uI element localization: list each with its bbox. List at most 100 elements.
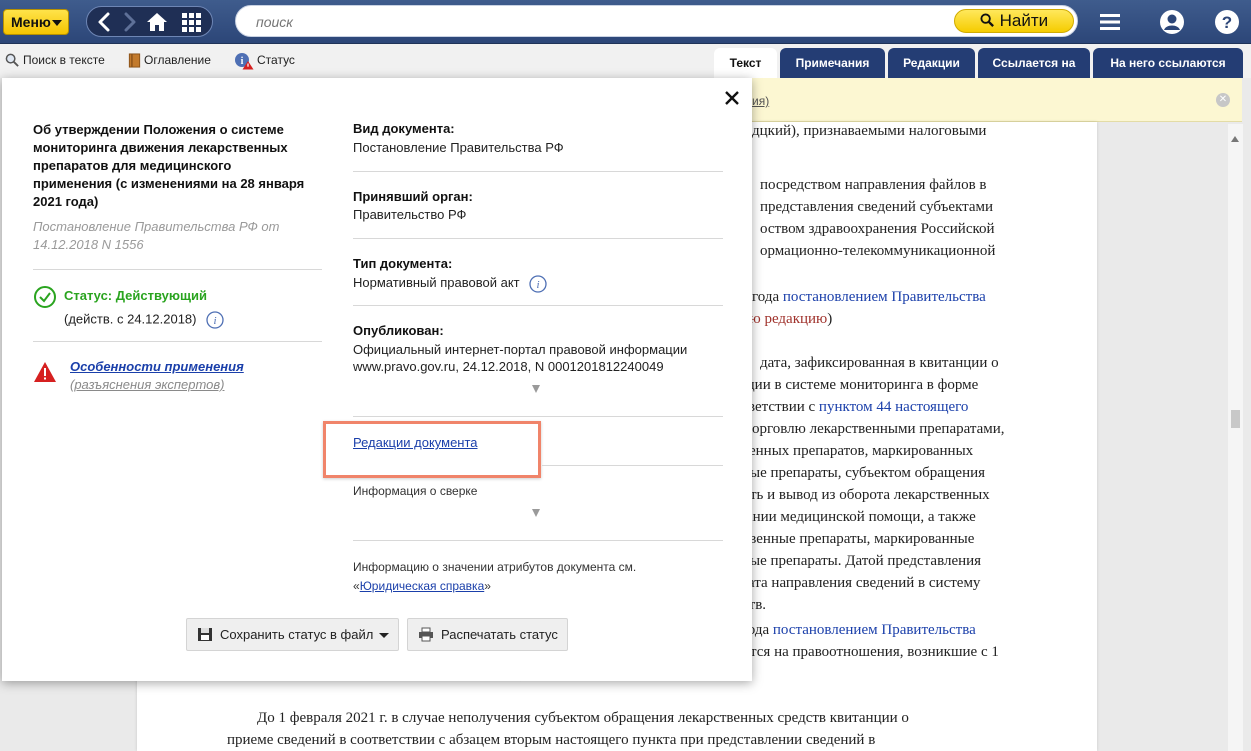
info-warning-icon: i bbox=[235, 53, 254, 70]
tab-label: Текст bbox=[729, 56, 762, 70]
top-toolbar: Меню Найти bbox=[0, 0, 1251, 44]
save-status-button[interactable]: Сохранить статус в файл bbox=[186, 618, 399, 651]
magnifier-icon bbox=[5, 53, 19, 68]
tab-notes[interactable]: Примечания bbox=[780, 48, 885, 78]
document-line: представления сведений субъектами bbox=[760, 196, 993, 218]
status-button[interactable]: i Статус bbox=[234, 52, 295, 70]
notice-close-icon[interactable]: ✕ bbox=[1216, 93, 1230, 107]
act-type-value: Нормативный правовой акт bbox=[353, 275, 520, 290]
search-icon bbox=[980, 13, 994, 27]
document-link[interactable]: пунктом 44 настоящего bbox=[819, 399, 969, 415]
contents-button[interactable]: Оглавление bbox=[128, 52, 211, 70]
document-text: года bbox=[752, 289, 783, 305]
document-text: дата, зафиксированная в квитанции о bbox=[760, 355, 999, 371]
tab-text[interactable]: Текст bbox=[714, 48, 777, 78]
document-line: соответствии с пунктом 44 настоящего bbox=[720, 396, 968, 418]
document-text: ть и вывод из оборота лекарственных bbox=[750, 487, 990, 503]
document-link[interactable]: постановлением Правительства bbox=[783, 289, 986, 305]
status-date: (действ. с 24.12.2018) i bbox=[64, 311, 224, 329]
document-line: посредством направления файлов в bbox=[760, 174, 987, 196]
home-icon[interactable] bbox=[145, 10, 169, 34]
document-text: приеме сведений в соответствии с абзацем… bbox=[227, 732, 876, 748]
dropdown-caret-icon[interactable] bbox=[379, 633, 389, 638]
print-status-button[interactable]: Распечатать статус bbox=[407, 618, 568, 651]
doc-type-label: Вид документа: bbox=[353, 121, 455, 136]
menu-button[interactable]: Меню bbox=[3, 9, 69, 35]
scroll-thumb[interactable] bbox=[1231, 410, 1240, 428]
highlight-box bbox=[323, 421, 541, 478]
divider bbox=[33, 269, 322, 270]
document-text: орговлю лекарственными препаратами, bbox=[752, 421, 1005, 437]
document-line: оством здравоохранения Российской bbox=[760, 218, 995, 240]
close-icon[interactable] bbox=[723, 89, 741, 107]
svg-text:i: i bbox=[214, 315, 217, 327]
document-text: ые препараты. Датой представления bbox=[750, 553, 982, 569]
divider bbox=[353, 238, 723, 239]
document-text: ственные препараты, маркированные bbox=[736, 531, 975, 547]
document-text: ится на правоотношения, возникшие с 1 bbox=[742, 644, 999, 660]
scroll-up-icon[interactable] bbox=[1231, 136, 1239, 142]
notice-text: ия) bbox=[752, 94, 769, 108]
tab-refers-to[interactable]: Ссылается на bbox=[978, 48, 1090, 78]
divider bbox=[353, 171, 723, 172]
print-status-label: Распечатать статус bbox=[441, 627, 558, 642]
tab-editions[interactable]: Редакции bbox=[888, 48, 975, 78]
info-icon[interactable]: i bbox=[206, 311, 224, 329]
user-icon[interactable] bbox=[1158, 8, 1186, 36]
help-icon[interactable]: ? bbox=[1213, 8, 1241, 36]
find-button-label: Найти bbox=[999, 11, 1049, 30]
document-line: орговлю лекарственными препаратами, bbox=[752, 418, 1005, 440]
document-line: дата, зафиксированная в квитанции о bbox=[760, 352, 999, 374]
tab-label: Примечания bbox=[795, 56, 870, 70]
published-value: Официальный интернет-портал правовой инф… bbox=[353, 342, 688, 374]
expand-arrow-icon[interactable] bbox=[532, 385, 540, 393]
vertical-scrollbar[interactable] bbox=[1228, 124, 1243, 751]
divider bbox=[542, 465, 723, 466]
search-input[interactable] bbox=[254, 10, 944, 34]
note-close-quote: » bbox=[484, 579, 491, 593]
document-line: ть и вывод из оборота лекарственных bbox=[750, 484, 990, 506]
document-line: приеме сведений в соответствии с абзацем… bbox=[227, 729, 875, 751]
save-status-label: Сохранить статус в файл bbox=[220, 627, 374, 642]
info-icon[interactable]: i bbox=[529, 274, 547, 293]
divider bbox=[353, 540, 723, 541]
search-box: Найти bbox=[235, 5, 1078, 37]
hamburger-icon[interactable] bbox=[1096, 8, 1124, 36]
document-line: ственные препараты, маркированные bbox=[736, 528, 974, 550]
document-line: ормационно-телекоммуникационной bbox=[760, 240, 995, 262]
legal-reference-link[interactable]: Юридическая справка bbox=[360, 579, 485, 593]
previous-edition-link[interactable]: ую редакцию bbox=[742, 311, 827, 327]
book-icon bbox=[128, 53, 141, 68]
search-in-text-button[interactable]: Поиск в тексте bbox=[5, 52, 105, 70]
forward-icon[interactable] bbox=[117, 10, 141, 34]
document-text: ) bbox=[827, 311, 833, 327]
document-text: посредством направления файлов в bbox=[760, 177, 987, 193]
tab-referenced-by[interactable]: На него ссылаются bbox=[1093, 48, 1243, 78]
tab-label: Ссылается на bbox=[992, 56, 1076, 70]
features-link[interactable]: Особенности применения bbox=[70, 359, 244, 374]
svg-text:i: i bbox=[241, 56, 244, 67]
document-text: ормационно-телекоммуникационной bbox=[760, 243, 996, 259]
act-type-row: Нормативный правовой акт i bbox=[353, 274, 547, 293]
document-link[interactable]: постановлением Правительства bbox=[773, 622, 976, 638]
warning-icon bbox=[34, 362, 56, 382]
tab-label: Редакции bbox=[903, 56, 960, 70]
document-text: венных препаратов, маркированных bbox=[742, 443, 974, 459]
document-text: ации в системе мониторинга в форме bbox=[740, 377, 979, 393]
document-title: Об утверждении Положения о системе монит… bbox=[33, 122, 305, 209]
status-popup: Об утверждении Положения о системе монит… bbox=[2, 78, 752, 681]
notice-link[interactable]: ия) bbox=[752, 94, 769, 108]
published-label: Опубликован: bbox=[353, 323, 444, 338]
expand-arrow-icon[interactable] bbox=[532, 509, 540, 517]
grid-icon[interactable] bbox=[179, 10, 203, 34]
features-sub-link[interactable]: (разъяснения экспертов) bbox=[70, 377, 224, 392]
find-button[interactable]: Найти bbox=[954, 9, 1074, 33]
print-icon bbox=[419, 627, 433, 642]
back-icon[interactable] bbox=[93, 10, 117, 34]
document-line: года постановлением Правительства bbox=[752, 286, 986, 308]
document-line: ата направления сведений в систему bbox=[748, 572, 980, 594]
attributes-note: Информацию о значении атрибутов документ… bbox=[353, 558, 733, 596]
note-text: Информацию о значении атрибутов документ… bbox=[353, 560, 637, 574]
document-subtitle: Постановление Правительства РФ от 14.12.… bbox=[33, 219, 280, 252]
issuer-value: Правительство РФ bbox=[353, 207, 467, 222]
